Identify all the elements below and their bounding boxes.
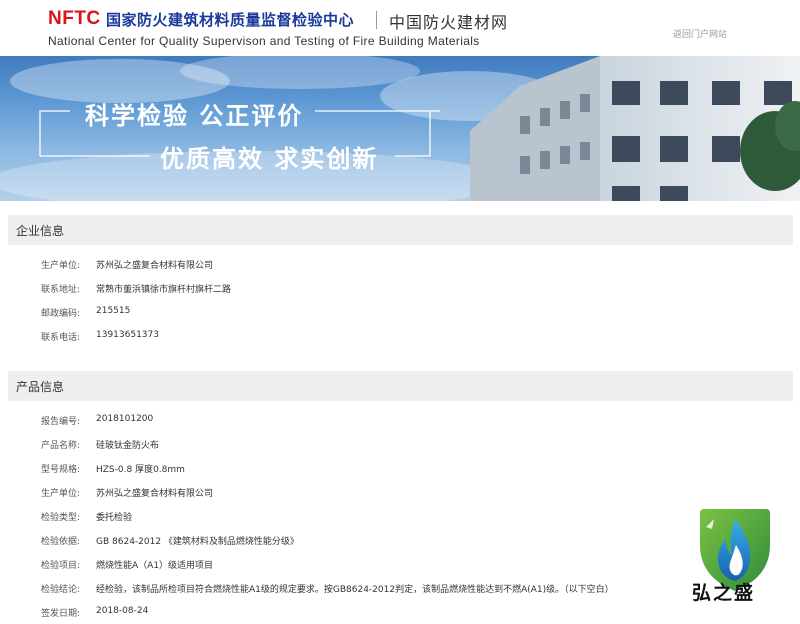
field-value: 2018-08-24 (96, 606, 149, 616)
field-label: 生产单位: (41, 261, 81, 271)
center-name-cn[interactable]: 国家防火建筑材料质量监督检验中心 (106, 9, 354, 30)
field-label: 检验依据: (41, 537, 81, 547)
field-label: 生产单位: (41, 489, 81, 499)
field-label: 检验类型: (41, 513, 81, 523)
field-label: 报告编号: (41, 417, 81, 427)
nftc-logo[interactable]: NFTC (48, 8, 101, 30)
field-label: 签发日期: (41, 609, 81, 619)
field-value: HZS-0.8 厚度0.8mm (96, 465, 185, 475)
field-label: 检验结论: (41, 585, 81, 595)
field-label: 联系地址: (41, 285, 81, 295)
header-divider (376, 11, 377, 29)
company-section-title: 企业信息 (16, 224, 65, 238)
field-value: 常熟市董浜镇徐市旗杆村旗杆二路 (96, 285, 232, 295)
company-section-header: 企业信息 (8, 215, 793, 245)
field-label: 检验项目: (41, 561, 81, 571)
banner-slogan-line1: 科学检验 公正评价 (85, 102, 304, 130)
hero-banner: 科学检验 公正评价 优质高效 求实创新 (0, 56, 800, 201)
field-value: 215515 (96, 306, 131, 316)
field-label: 邮政编码: (41, 309, 81, 319)
field-label: 产品名称: (41, 441, 81, 451)
site-name[interactable]: 中国防火建材网 (389, 9, 508, 33)
field-value: 2018101200 (96, 414, 154, 424)
field-value: 燃烧性能A（A1）级适用项目 (96, 561, 214, 571)
field-value: 硅玻钛金防火布 (96, 441, 160, 451)
field-value: 经检验，该制品所检项目符合燃烧性能A1级的规定要求。按GB8624-2012判定… (96, 585, 614, 595)
brand-logo-text: 弘之盛 (692, 582, 756, 604)
return-portal-link[interactable]: 返回门户网站 (673, 27, 727, 40)
center-name-en: National Center for Quality Supervison a… (48, 34, 480, 48)
site-header: NFTC 国家防火建筑材料质量监督检验中心 中国防火建材网 National C… (0, 0, 800, 56)
field-value: 13913651373 (96, 330, 159, 340)
field-label: 型号规格: (41, 465, 81, 475)
banner-slogan-line2: 优质高效 求实创新 (160, 145, 379, 173)
field-value: 苏州弘之盛复合材料有限公司 (96, 489, 214, 499)
product-section-title: 产品信息 (16, 380, 65, 394)
field-label: 联系电话: (41, 333, 81, 343)
field-value: 苏州弘之盛复合材料有限公司 (96, 261, 214, 271)
field-value: GB 8624-2012 《建筑材料及制品燃烧性能分级》 (96, 537, 299, 547)
field-value: 委托检验 (96, 513, 133, 523)
product-section-header: 产品信息 (8, 371, 793, 401)
